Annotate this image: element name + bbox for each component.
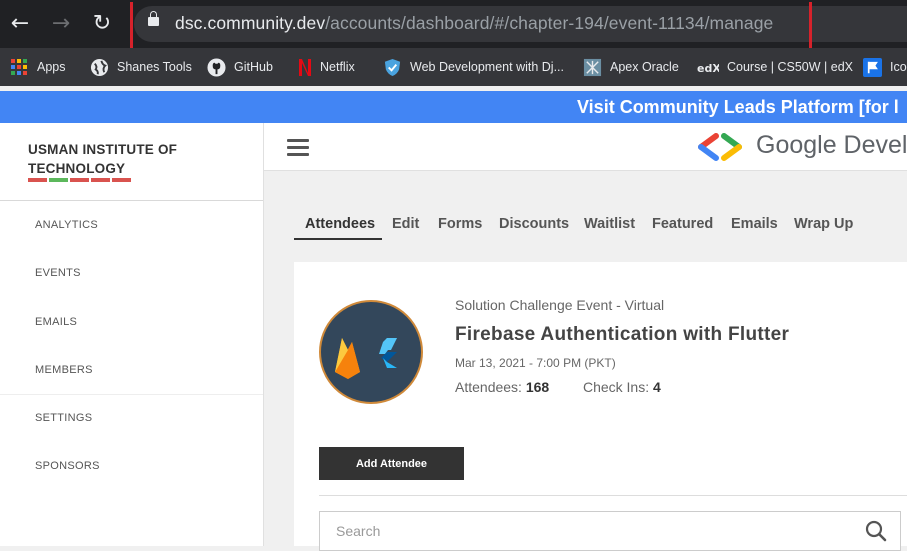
bookmark-apps[interactable]: Apps (11, 48, 66, 86)
card-divider (319, 495, 907, 496)
edx-icon: edX (697, 62, 719, 75)
sidebar-divider (0, 200, 263, 201)
color-bar (28, 178, 47, 182)
org-color-bars (28, 178, 131, 182)
tab-discounts[interactable]: Discounts (499, 216, 569, 232)
tab-forms[interactable]: Forms (438, 216, 482, 232)
org-name: USMAN INSTITUTE OF TECHNOLOGY (28, 142, 178, 176)
sidebar-item-members[interactable]: MEMBERS (35, 364, 93, 376)
tab-featured[interactable]: Featured (652, 216, 713, 232)
community-leads-banner[interactable]: Visit Community Leads Platform [for l (0, 91, 907, 123)
netflix-icon (299, 58, 311, 76)
tab-wrap-up[interactable]: Wrap Up (794, 216, 853, 232)
forward-button[interactable]: → (49, 10, 73, 38)
hamburger-menu-icon[interactable] (287, 139, 309, 160)
search-input[interactable] (334, 522, 838, 540)
color-bar (49, 178, 68, 182)
color-bar (70, 178, 89, 182)
tab-attendees[interactable]: Attendees (305, 216, 375, 232)
bookmark-label: Ico (890, 60, 907, 74)
bookmark-shanes-tools[interactable]: Shanes Tools (90, 48, 192, 86)
sidebar-item-analytics[interactable]: ANALYTICS (35, 219, 98, 231)
checkins-count: 4 (653, 379, 661, 395)
google-developers-logo-icon (698, 133, 742, 161)
event-stats: Attendees: 168 Check Ins: 4 (455, 379, 661, 395)
bookmark-netflix[interactable]: Netflix (298, 48, 355, 86)
color-bar (91, 178, 110, 182)
sidebar-item-settings[interactable]: SETTINGS (35, 412, 92, 424)
sidebar-item-emails[interactable]: EMAILS (35, 316, 77, 328)
tab-waitlist[interactable]: Waitlist (584, 216, 635, 232)
attendees-count: 168 (525, 379, 550, 395)
event-date: Mar 13, 2021 - 7:00 PM (PKT) (455, 356, 616, 370)
event-type: Solution Challenge Event - Virtual (455, 297, 665, 313)
bookmark-apex-oracle[interactable]: Apex Oracle (583, 48, 679, 86)
highlight-box (130, 2, 812, 54)
apps-grid-icon (11, 59, 29, 75)
add-attendee-button[interactable]: Add Attendee (319, 447, 464, 480)
flutter-icon (379, 338, 397, 368)
reload-button[interactable]: ↻ (90, 10, 114, 38)
tab-emails[interactable]: Emails (731, 216, 778, 232)
apex-icon (583, 58, 602, 76)
active-tab-indicator (294, 238, 382, 240)
back-button[interactable]: ← (8, 10, 32, 38)
bookmark-label: Course | CS50W | edX (727, 60, 853, 74)
color-bar (112, 178, 131, 182)
bookmark-label: Netflix (320, 60, 355, 74)
bookmark-github[interactable]: GitHub (207, 48, 273, 86)
sidebar-item-events[interactable]: EVENTS (35, 267, 81, 279)
bookmark-label: Apex Oracle (610, 60, 679, 74)
bookmark-label: Web Development with Dj... (410, 60, 564, 74)
shield-icon (384, 58, 401, 76)
google-developers-logo-text: Google Devel (756, 131, 907, 159)
search-icon[interactable] (865, 520, 887, 542)
sidebar: USMAN INSTITUTE OF TECHNOLOGY ANALYTICS … (0, 123, 264, 546)
sidebar-divider (0, 394, 263, 395)
bookmark-label: Shanes Tools (117, 60, 192, 74)
attendees-label: Attendees: (455, 379, 522, 395)
globe-icon (90, 58, 109, 76)
svg-text:edX: edX (697, 62, 719, 75)
bookmark-ico[interactable]: Ico (863, 48, 907, 86)
checkins-label: Check Ins: (582, 379, 650, 395)
event-avatar (319, 300, 423, 404)
banner-text[interactable]: Visit Community Leads Platform [for l (577, 97, 899, 118)
bookmark-edx[interactable]: edX Course | CS50W | edX (697, 48, 853, 86)
tab-edit[interactable]: Edit (392, 216, 419, 232)
app-header: Google Devel (264, 123, 907, 171)
flag-icon (863, 57, 882, 77)
github-icon (207, 57, 226, 77)
bookmarks-bar: Apps Shanes Tools GitHub Netflix Web Dev… (0, 48, 907, 86)
bookmark-label: GitHub (234, 60, 273, 74)
search-box[interactable] (319, 511, 901, 551)
bookmark-web-development[interactable]: Web Development with Dj... (383, 48, 564, 86)
bookmark-label: Apps (37, 60, 66, 74)
sidebar-item-sponsors[interactable]: SPONSORS (35, 460, 100, 472)
event-title: Firebase Authentication with Flutter (455, 324, 790, 345)
